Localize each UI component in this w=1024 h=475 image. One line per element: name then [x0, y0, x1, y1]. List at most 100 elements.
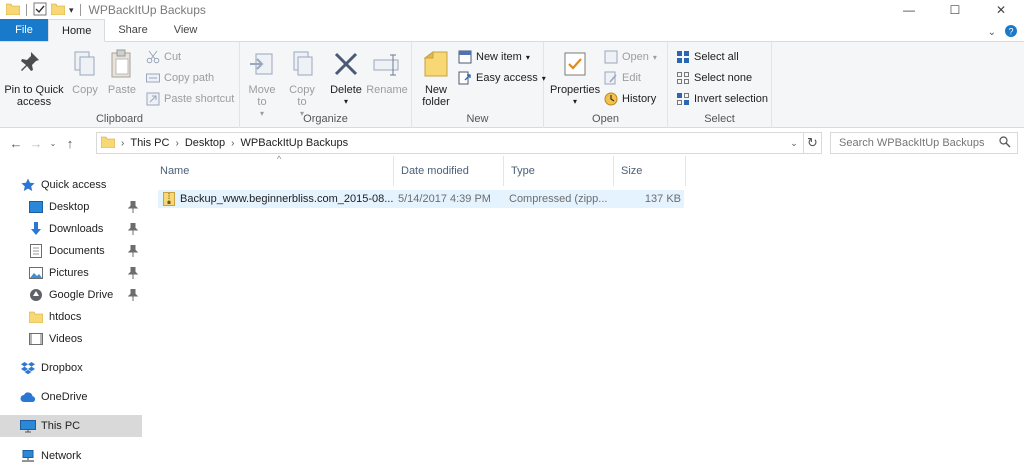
- search-input[interactable]: [839, 137, 989, 149]
- column-header-size[interactable]: Size: [614, 156, 686, 186]
- file-list: ^ Name Date modified Type Size Backup_ww…: [142, 154, 1024, 475]
- copy-to-button[interactable]: Copy to ▾: [284, 48, 320, 120]
- rename-icon: [371, 48, 403, 80]
- sidebar-item-quick-access[interactable]: Quick access: [0, 174, 142, 196]
- ribbon-tabs: File Home Share View: [0, 19, 1024, 42]
- invert-selection-button[interactable]: Invert selection: [676, 90, 768, 108]
- move-to-button[interactable]: Move to ▾: [244, 48, 280, 120]
- breadcrumb-this-pc[interactable]: This PC: [130, 137, 169, 149]
- tab-view[interactable]: View: [161, 19, 211, 41]
- title-bar: ▾ WPBackItUp Backups — ☐ ✕: [0, 0, 1024, 20]
- window-controls: — ☐ ✕: [886, 0, 1024, 20]
- star-icon: [20, 177, 36, 193]
- search-box[interactable]: [830, 132, 1018, 154]
- clipboard-group-label: Clipboard: [95, 113, 144, 125]
- network-icon: [20, 448, 36, 464]
- history-button[interactable]: History: [604, 90, 656, 108]
- invert-selection-icon: [676, 92, 690, 106]
- refresh-icon[interactable]: ↻: [803, 133, 821, 153]
- select-none-button[interactable]: Select none: [676, 69, 752, 87]
- forward-arrow-icon[interactable]: →: [26, 132, 46, 154]
- chevron-down-icon: ▾: [525, 52, 530, 62]
- up-arrow-icon[interactable]: ↑: [60, 132, 80, 154]
- organize-group-label: Organize: [303, 113, 348, 125]
- cut-button[interactable]: Cut: [146, 48, 181, 66]
- divider: [79, 4, 81, 16]
- clipboard-group: Pin to Quick access Copy Paste Cut Copy …: [0, 42, 240, 128]
- sort-ascending-icon: ^: [277, 154, 282, 164]
- address-bar[interactable]: › This PC › Desktop › WPBackItUp Backups…: [96, 132, 822, 154]
- documents-icon: [28, 243, 44, 259]
- sidebar-item-dropbox[interactable]: Dropbox: [0, 357, 142, 379]
- table-row[interactable]: Backup_www.beginnerbliss.com_2015-08... …: [158, 190, 684, 208]
- properties-qat-icon[interactable]: [33, 2, 47, 19]
- pin-icon: [127, 200, 139, 213]
- sidebar-item-videos[interactable]: Videos: [0, 328, 142, 350]
- folder-icon: [420, 48, 452, 80]
- sidebar-item-downloads[interactable]: Downloads: [0, 218, 142, 240]
- delete-button[interactable]: Delete ▾: [326, 48, 366, 108]
- sidebar-item-onedrive[interactable]: OneDrive: [0, 386, 142, 408]
- tab-share[interactable]: Share: [105, 19, 160, 41]
- chevron-down-icon: ▾: [343, 97, 348, 106]
- properties-button[interactable]: Properties ▾: [550, 48, 600, 108]
- pin-icon: [127, 288, 139, 301]
- svg-text:?: ?: [1008, 27, 1013, 37]
- easy-access-button[interactable]: Easy access ▾: [458, 69, 546, 87]
- paste-icon: [106, 48, 138, 80]
- chevron-right-icon[interactable]: ›: [121, 138, 124, 149]
- breadcrumb-current-folder[interactable]: WPBackItUp Backups: [241, 137, 349, 149]
- sidebar-item-documents[interactable]: Documents: [0, 240, 142, 262]
- recent-locations-chevron-icon[interactable]: ⌄: [46, 132, 60, 154]
- pin-icon: [127, 244, 139, 257]
- chevron-down-icon[interactable]: ⌄: [988, 27, 996, 38]
- sidebar-item-pictures[interactable]: Pictures: [0, 262, 142, 284]
- back-arrow-icon[interactable]: ←: [6, 132, 26, 154]
- file-type-cell: Compressed (zipp...: [509, 193, 608, 205]
- new-folder-button[interactable]: New folder: [418, 48, 454, 108]
- file-date-cell: 5/14/2017 4:39 PM: [398, 193, 491, 205]
- column-header-date-modified[interactable]: Date modified: [394, 156, 504, 186]
- breadcrumb-desktop[interactable]: Desktop: [185, 137, 225, 149]
- copy-button[interactable]: Copy: [68, 48, 102, 96]
- sidebar-item-network[interactable]: Network: [0, 445, 142, 467]
- paste-shortcut-button[interactable]: Paste shortcut: [146, 90, 234, 108]
- tab-home[interactable]: Home: [48, 19, 106, 42]
- copy-to-icon: [286, 48, 318, 80]
- dropbox-icon: [20, 360, 36, 376]
- copy-path-button[interactable]: Copy path: [146, 69, 214, 87]
- search-icon[interactable]: [999, 135, 1011, 151]
- rename-button[interactable]: Rename: [366, 48, 408, 96]
- select-all-button[interactable]: Select all: [676, 48, 739, 66]
- sidebar-item-desktop[interactable]: Desktop: [0, 196, 142, 218]
- ribbon-right-controls: ⌄ ?: [988, 24, 1018, 41]
- column-header-name[interactable]: ^ Name: [153, 154, 394, 186]
- sidebar-item-google-drive[interactable]: Google Drive: [0, 284, 142, 306]
- pin-to-quick-access-button[interactable]: Pin to Quick access: [4, 48, 64, 108]
- column-header-type[interactable]: Type: [504, 156, 614, 186]
- chevron-down-icon[interactable]: ⌄: [785, 133, 803, 153]
- pin-icon: [18, 48, 50, 80]
- paste-button[interactable]: Paste: [104, 48, 140, 96]
- computer-icon: [20, 418, 36, 434]
- maximize-button[interactable]: ☐: [932, 0, 978, 20]
- new-folder-qat-icon[interactable]: [50, 3, 66, 18]
- pin-icon: [127, 222, 139, 235]
- chevron-right-icon[interactable]: ›: [175, 138, 178, 149]
- file-name-cell: Backup_www.beginnerbliss.com_2015-08...: [163, 191, 393, 207]
- open-button[interactable]: Open ▾: [604, 48, 657, 66]
- tab-file[interactable]: File: [0, 19, 48, 41]
- new-group: New folder New item ▾ Easy access ▾ New: [412, 42, 546, 128]
- sidebar-item-this-pc[interactable]: This PC: [0, 415, 142, 437]
- sidebar-item-htdocs[interactable]: htdocs: [0, 306, 142, 328]
- help-icon[interactable]: ?: [1004, 24, 1018, 41]
- chevron-right-icon[interactable]: ›: [231, 138, 234, 149]
- close-button[interactable]: ✕: [978, 0, 1024, 20]
- edit-button[interactable]: Edit: [604, 69, 641, 87]
- new-item-button[interactable]: New item ▾: [458, 48, 530, 66]
- minimize-button[interactable]: —: [886, 0, 932, 20]
- divider: [26, 4, 27, 16]
- history-icon: [604, 92, 618, 106]
- pictures-icon: [28, 265, 44, 281]
- chevron-down-icon[interactable]: ▾: [69, 5, 74, 16]
